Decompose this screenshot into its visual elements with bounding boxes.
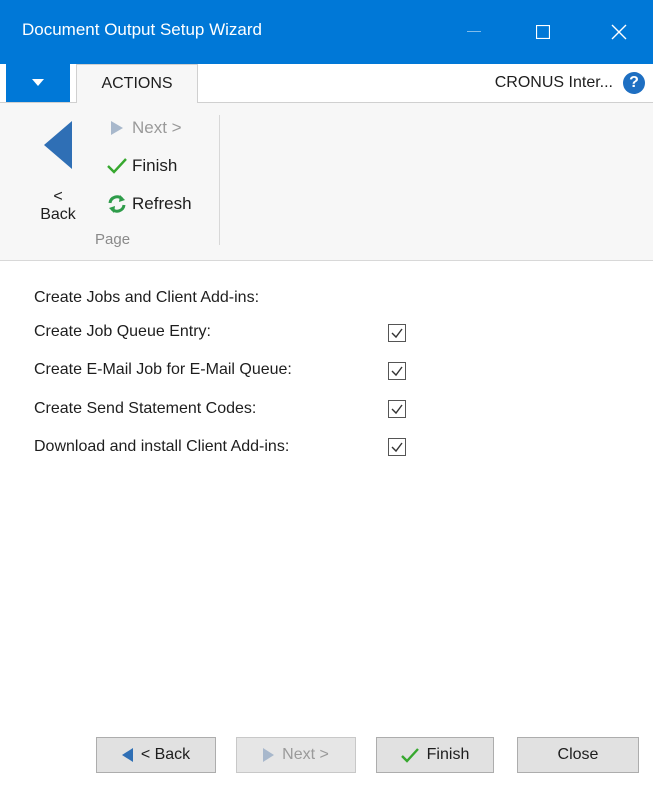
next-button-label: Next >	[282, 746, 329, 763]
maximize-icon	[536, 25, 550, 39]
create-email-job-checkbox[interactable]	[388, 362, 406, 380]
download-client-addins-checkbox[interactable]	[388, 438, 406, 456]
maximize-button[interactable]	[521, 10, 565, 54]
title-bar: Document Output Setup Wizard	[0, 0, 653, 64]
field-label: Download and install Client Add-ins:	[34, 438, 290, 455]
window-title: Document Output Setup Wizard	[22, 20, 263, 39]
checkmark-icon	[400, 747, 419, 763]
ribbon-refresh-button[interactable]: Refresh	[106, 191, 192, 217]
field-label: Create Job Queue Entry:	[34, 323, 211, 340]
tab-actions[interactable]: ACTIONS	[76, 64, 198, 103]
next-button[interactable]: Next >	[236, 737, 356, 773]
checkmark-icon	[106, 155, 128, 177]
ribbon-finish-button[interactable]: Finish	[106, 153, 177, 179]
back-button[interactable]: < Back	[96, 737, 216, 773]
finish-button[interactable]: Finish	[376, 737, 494, 773]
field-label: Create Send Statement Codes:	[34, 400, 257, 417]
close-button-label: Close	[557, 746, 599, 763]
caret-down-icon	[32, 74, 44, 92]
ribbon-group-label: Page	[95, 231, 131, 248]
ribbon-next-label: Next >	[132, 118, 182, 137]
close-window-button[interactable]	[597, 10, 641, 54]
minimize-button[interactable]	[452, 10, 496, 54]
minimize-icon	[467, 31, 481, 33]
close-button[interactable]: Close	[517, 737, 639, 773]
company-name[interactable]: CRONUS Inter...	[495, 74, 613, 92]
field-label: Create E-Mail Job for E-Mail Queue:	[34, 361, 292, 378]
ribbon-back-button[interactable]: < Back	[30, 113, 86, 223]
create-job-queue-entry-checkbox[interactable]	[388, 324, 406, 342]
ribbon: < Back Next > Finish Refresh Page	[0, 103, 653, 261]
ribbon-next-button[interactable]: Next >	[106, 115, 182, 141]
ribbon-finish-label: Finish	[132, 156, 178, 175]
create-send-statement-codes-checkbox[interactable]	[388, 400, 406, 418]
help-icon[interactable]: ?	[623, 72, 645, 94]
refresh-icon	[106, 193, 128, 215]
next-arrow-icon	[106, 117, 128, 139]
ribbon-tab-bar: ACTIONS CRONUS Inter... ?	[0, 64, 653, 103]
back-button-label: < Back	[140, 746, 191, 763]
ribbon-group-divider	[219, 115, 220, 245]
app-menu-button[interactable]	[6, 64, 70, 102]
ribbon-refresh-label: Refresh	[132, 194, 192, 213]
close-icon	[611, 24, 627, 40]
section-heading: Create Jobs and Client Add-ins:	[34, 289, 260, 306]
ribbon-back-label: < Back	[40, 188, 76, 223]
back-arrow-icon	[44, 121, 72, 174]
finish-button-label: Finish	[426, 746, 470, 763]
next-arrow-icon	[263, 748, 275, 762]
back-arrow-icon	[121, 748, 133, 762]
